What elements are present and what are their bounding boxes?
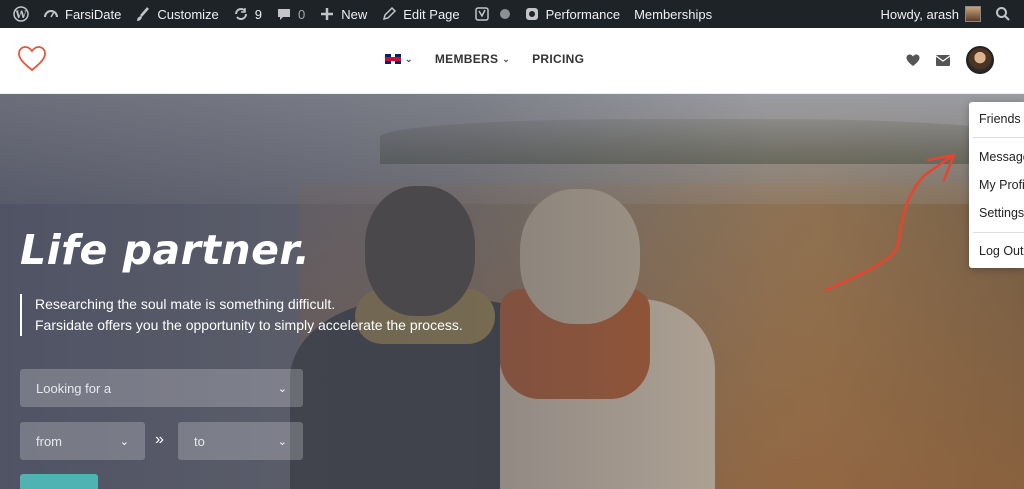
chevron-down-icon: ⌄ <box>277 382 287 395</box>
new-label: New <box>341 6 368 22</box>
seo-status-dot-icon <box>499 9 510 19</box>
search-button[interactable] <box>20 474 98 489</box>
language-switcher[interactable]: ⌄ <box>385 54 413 65</box>
menu-item-friends[interactable]: Friends <box>979 112 1021 126</box>
wordpress-icon: W <box>13 6 29 22</box>
envelope-icon[interactable] <box>936 54 950 66</box>
profile-dropdown-menu: Friends Messages My Profile Settings Log… <box>969 102 1024 268</box>
yoast-seo-button[interactable] <box>467 0 517 28</box>
nav-pricing-label: PRICING <box>532 52 585 66</box>
brush-icon <box>137 7 150 21</box>
age-from-placeholder: from <box>36 433 62 449</box>
menu-divider <box>973 137 1024 138</box>
looking-for-select[interactable]: Looking for a ⌄ <box>20 369 303 407</box>
user-avatar[interactable] <box>966 46 994 74</box>
performance-label: Performance <box>545 6 621 22</box>
menu-item-log-out[interactable]: Log Out <box>979 244 1023 258</box>
menu-item-my-profile[interactable]: My Profile <box>979 178 1024 192</box>
hero-subtitle-line-1: Researching the soul mate is something d… <box>35 296 336 312</box>
heart-logo-icon[interactable] <box>18 46 46 72</box>
menu-item-settings[interactable]: Settings <box>979 206 1024 220</box>
greeting-label: Howdy, arash <box>880 6 959 22</box>
hero-subtitle-line-2: Farsidate offers you the opportunity to … <box>35 317 463 333</box>
account-menu[interactable]: Howdy, arash <box>873 0 988 28</box>
site-header: ⌄ MEMBERS ⌄ PRICING <box>0 28 1024 94</box>
performance-gauge-icon <box>525 8 538 20</box>
main-nav: ⌄ MEMBERS ⌄ PRICING <box>385 52 584 66</box>
nav-pricing[interactable]: PRICING <box>532 52 584 66</box>
performance-link[interactable]: Performance <box>517 0 627 28</box>
edit-page-label: Edit Page <box>403 6 460 22</box>
site-name: FarsiDate <box>65 6 122 22</box>
chevron-down-icon: ⌄ <box>277 435 287 448</box>
pencil-icon <box>383 6 397 21</box>
chevron-down-icon: ⌄ <box>405 53 413 64</box>
comment-icon <box>278 9 291 20</box>
comments-link[interactable]: 0 <box>269 0 312 28</box>
customize-label: Customize <box>157 6 219 22</box>
nav-members-label: MEMBERS <box>434 52 499 66</box>
uk-flag-icon <box>385 54 401 64</box>
age-from-select[interactable]: from ⌄ <box>20 422 145 460</box>
hero-subtitle: Researching the soul mate is something d… <box>20 294 463 336</box>
plus-icon <box>321 8 334 20</box>
edit-page-link[interactable]: Edit Page <box>374 0 466 28</box>
nav-members[interactable]: MEMBERS ⌄ <box>435 52 510 66</box>
dashboard-icon <box>44 10 58 18</box>
looking-for-placeholder: Looking for a <box>36 380 112 396</box>
refresh-icon <box>234 8 247 20</box>
header-actions <box>906 46 994 74</box>
chevron-down-icon: ⌄ <box>502 53 511 64</box>
menu-item-messages[interactable]: Messages <box>979 150 1024 164</box>
menu-divider <box>973 232 1024 233</box>
wordpress-logo-button[interactable]: W <box>6 0 36 28</box>
updates-link[interactable]: 9 <box>226 0 269 28</box>
comments-count: 0 <box>298 6 306 22</box>
range-separator: » <box>155 431 164 448</box>
search-icon <box>996 7 1010 21</box>
svg-text:W: W <box>14 10 27 21</box>
site-name-link[interactable]: FarsiDate <box>36 0 128 28</box>
age-to-placeholder: to <box>194 433 205 449</box>
heart-icon[interactable] <box>906 54 920 67</box>
new-content-link[interactable]: New <box>312 0 374 28</box>
age-to-select[interactable]: to ⌄ <box>178 422 303 460</box>
wp-admin-bar: W FarsiDate Customize 9 0 New Edit Page … <box>0 0 1024 28</box>
memberships-link[interactable]: Memberships <box>627 0 719 28</box>
admin-search-button[interactable] <box>988 0 1018 28</box>
memberships-label: Memberships <box>634 6 713 22</box>
annotation-arrow-icon <box>824 153 956 292</box>
chevron-down-icon: ⌄ <box>119 435 129 448</box>
yoast-icon <box>474 7 489 21</box>
hero-title: Life partner. <box>20 226 311 274</box>
customize-link[interactable]: Customize <box>128 0 225 28</box>
admin-avatar <box>965 6 981 22</box>
updates-count: 9 <box>254 6 263 22</box>
